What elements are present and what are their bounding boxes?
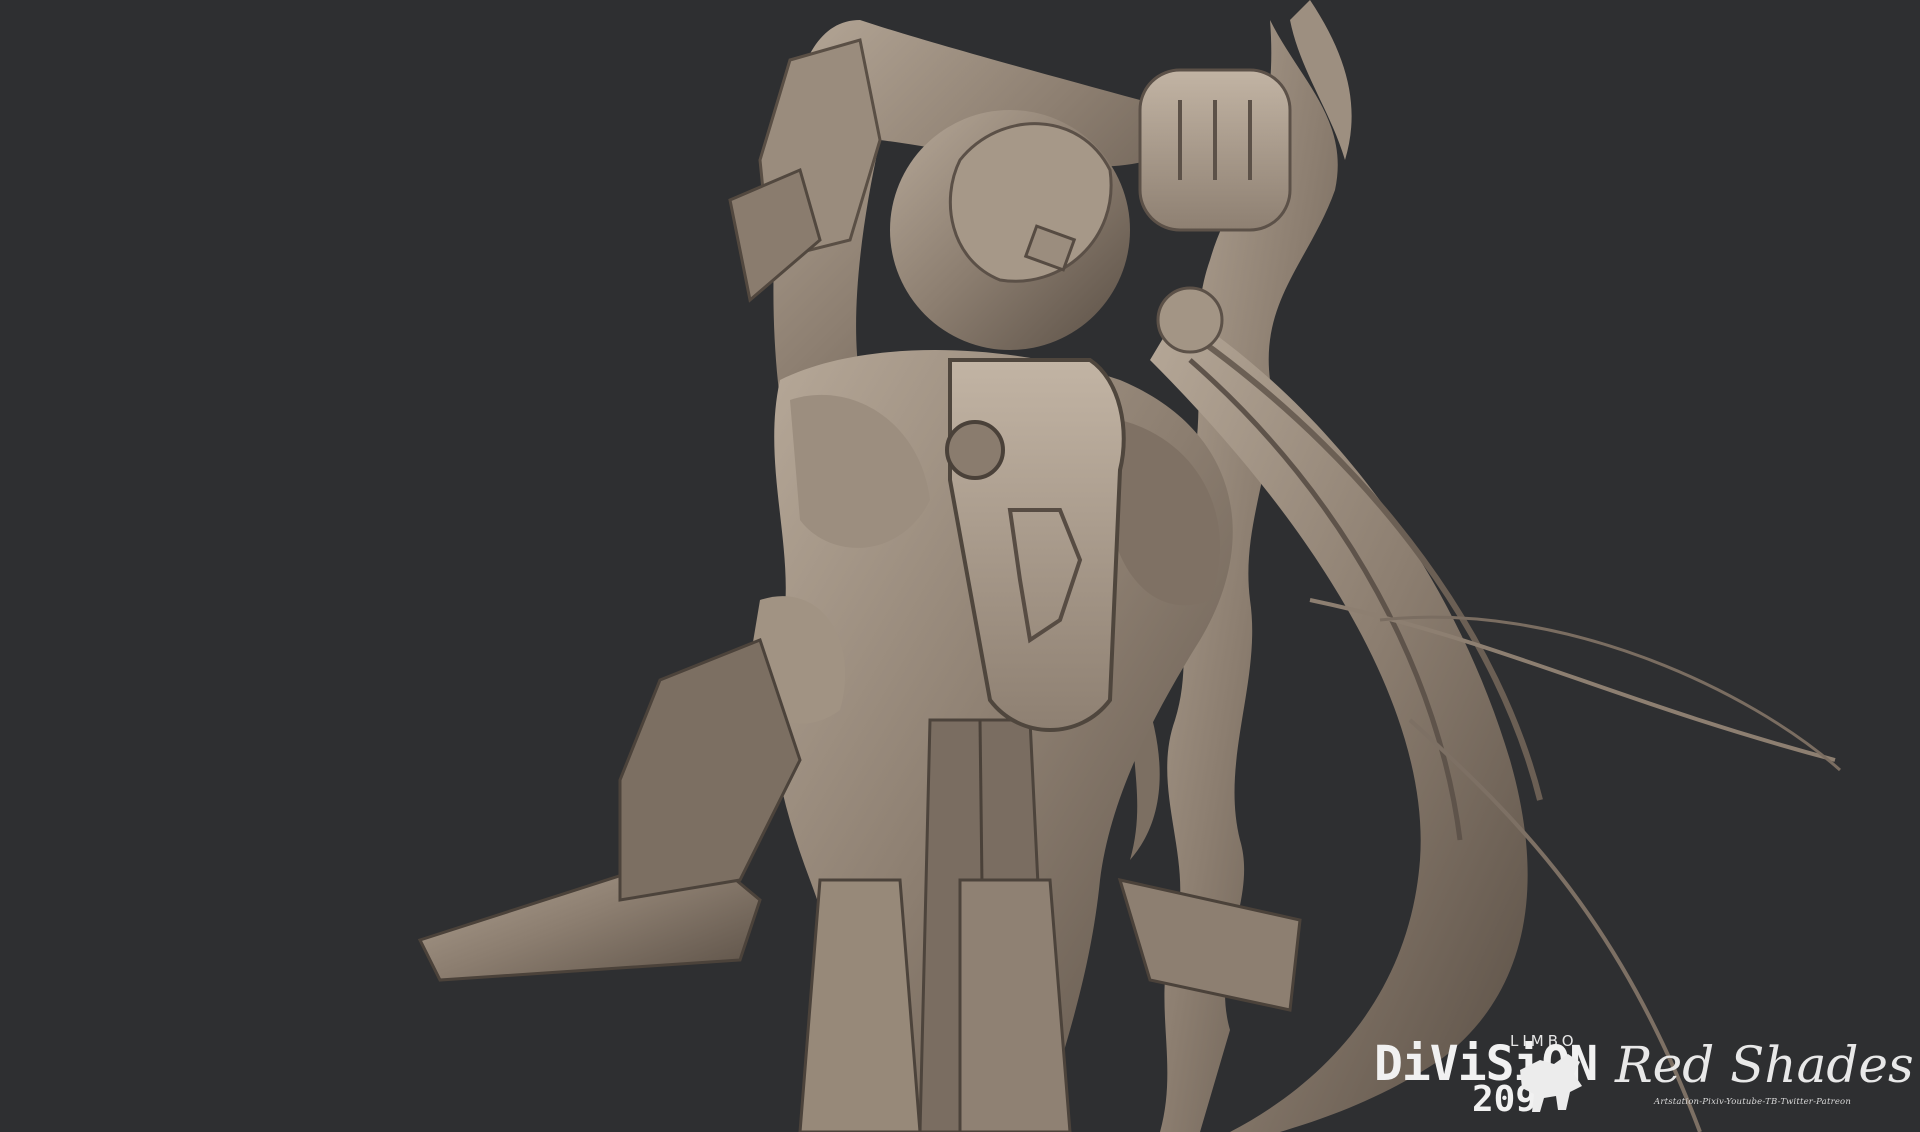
- thigh-armor-left: [798, 878, 922, 1132]
- hair-tie: [1156, 286, 1224, 354]
- leg-armor-back: [618, 638, 802, 902]
- hip-plate-right: [1117, 877, 1302, 1012]
- sculpt-render: [417, 0, 1841, 1132]
- armor-bolt: [945, 420, 1005, 480]
- thigh-armor-right: [958, 878, 1072, 1132]
- watermark-author: Red Shades TD: [1615, 1036, 1920, 1094]
- mech-logo-icon: [1520, 1054, 1582, 1112]
- watermark-links: Artstation-Pixiv-Youtube-TB-Twitter-Patr…: [1654, 1097, 1852, 1107]
